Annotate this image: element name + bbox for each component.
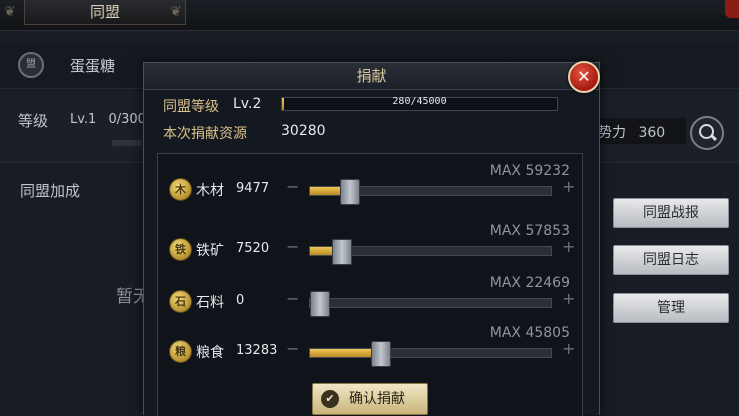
alliance-tab-label: 同盟: [89, 3, 120, 21]
increase-button[interactable]: +: [562, 177, 575, 196]
resource-amount: 7520: [236, 241, 270, 256]
decrease-button[interactable]: −: [286, 177, 299, 196]
alliance-emblem-icon: 盟: [18, 52, 44, 78]
level-label: 等级: [18, 112, 49, 130]
donation-dialog: 捐献 同盟等级 Lv.2 280/45000 本次捐献资源 30280 木 木材…: [143, 62, 600, 416]
resource-slider[interactable]: [309, 239, 552, 265]
stone-icon: 石: [169, 290, 192, 313]
background-close-corner[interactable]: [725, 0, 739, 18]
resource-name: 铁矿: [196, 243, 224, 259]
dialog-title: 捐献: [144, 63, 599, 90]
increase-button[interactable]: +: [562, 339, 575, 358]
resource-max: MAX 59232: [489, 163, 570, 179]
alliance-exp-text: 280/45000: [392, 96, 447, 107]
level-value: Lv.1 0/300: [70, 112, 146, 127]
slider-fill: [310, 349, 380, 357]
resource-slider[interactable]: [309, 341, 552, 367]
close-icon[interactable]: ✕: [568, 61, 600, 93]
slider-thumb[interactable]: [310, 291, 330, 317]
resource-name: 木材: [196, 183, 224, 199]
resource-max: MAX 22469: [489, 275, 570, 291]
resource-name: 粮食: [196, 345, 224, 361]
slider-thumb[interactable]: [332, 239, 353, 265]
decrease-button[interactable]: −: [286, 237, 299, 256]
search-icon[interactable]: [690, 116, 724, 150]
resource-max: MAX 57853: [489, 223, 570, 239]
wood-icon: 木: [169, 178, 192, 201]
level-exp-bar: [112, 140, 142, 146]
increase-button[interactable]: +: [562, 237, 575, 256]
power-display: 势力 360: [598, 122, 665, 142]
alliance-name: 蛋蛋糖: [70, 57, 116, 75]
grain-icon: 粮: [169, 340, 192, 363]
ornament-icon: ❦: [4, 4, 16, 20]
decrease-button[interactable]: −: [286, 339, 299, 358]
donation-total-label: 本次捐献资源: [163, 126, 247, 142]
resource-name: 石料: [196, 295, 224, 311]
resource-row-iron-ore: 铁 铁矿 7520 MAX 57853 − +: [158, 214, 582, 274]
check-icon: ✔: [321, 390, 339, 408]
alliance-level-label: 同盟等级: [163, 99, 219, 115]
alliance-battle-report-button[interactable]: 同盟战报: [613, 198, 729, 228]
ornament-icon: ❦: [170, 4, 182, 20]
resource-max: MAX 45805: [489, 325, 570, 341]
donation-total-value: 30280: [281, 123, 326, 139]
resource-slider[interactable]: [309, 291, 552, 317]
power-label: 势力: [598, 125, 626, 141]
resource-amount: 9477: [236, 181, 270, 196]
alliance-log-button[interactable]: 同盟日志: [613, 245, 729, 275]
alliance-exp-bar: 280/45000: [281, 96, 558, 111]
alliance-level-value: Lv.2: [233, 96, 262, 112]
iron-ore-icon: 铁: [169, 238, 192, 261]
resource-slider[interactable]: [309, 179, 552, 205]
confirm-donation-button[interactable]: ✔ 确认捐献: [312, 383, 428, 415]
alliance-bonus-label: 同盟加成: [20, 182, 81, 200]
resource-panel: 木 木材 9477 MAX 59232 − + 铁 铁矿 7520 MAX 57…: [157, 153, 583, 416]
resource-amount: 0: [236, 293, 245, 308]
confirm-donation-label: 确认捐献: [349, 391, 405, 407]
slider-thumb[interactable]: [339, 179, 360, 205]
decrease-button[interactable]: −: [286, 289, 299, 308]
alliance-tab[interactable]: 同盟: [24, 0, 186, 25]
resource-row-wood: 木 木材 9477 MAX 59232 − +: [158, 154, 582, 214]
level-exp-text: 0/300: [108, 112, 146, 127]
resource-amount: 13283: [236, 343, 278, 358]
slider-thumb[interactable]: [370, 341, 391, 367]
resource-row-grain: 粮 粮食 13283 MAX 45805 − +: [158, 316, 582, 376]
level-value-text: Lv.1: [70, 112, 97, 127]
power-value: 360: [638, 125, 666, 141]
manage-button[interactable]: 管理: [613, 293, 729, 323]
increase-button[interactable]: +: [562, 289, 575, 308]
